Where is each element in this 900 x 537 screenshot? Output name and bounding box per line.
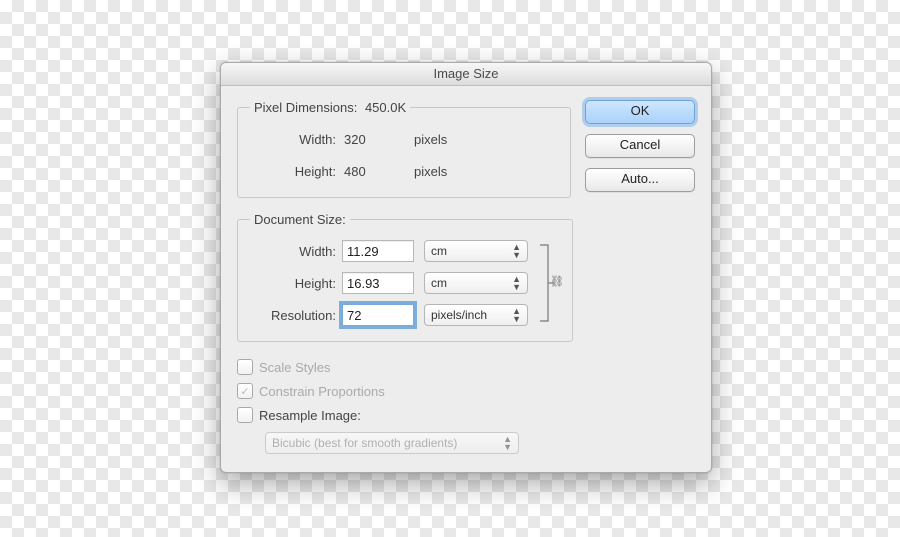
pixel-width-unit: pixels [400, 132, 484, 147]
dialog-title: Image Size [221, 63, 711, 86]
constrain-proportions-checkbox: ✓ [237, 383, 253, 399]
doc-resolution-unit-select[interactable]: pixels/inch ▲▼ [424, 304, 528, 326]
doc-height-label: Height: [250, 276, 342, 291]
doc-height-unit-select[interactable]: cm ▲▼ [424, 272, 528, 294]
pixel-dimensions-legend-text: Pixel Dimensions: [254, 100, 357, 115]
resample-image-checkbox[interactable] [237, 407, 253, 423]
pixel-width-value: 320 [342, 132, 400, 147]
document-size-fields: Width: cm ▲▼ Height: [250, 237, 528, 329]
pixel-width-row: Width: 320 pixels [250, 125, 558, 153]
cancel-button[interactable]: Cancel [585, 134, 695, 158]
constrain-proportions-label: Constrain Proportions [259, 384, 385, 399]
doc-width-unit-select[interactable]: cm ▲▼ [424, 240, 528, 262]
doc-resolution-unit-value: pixels/inch [431, 308, 487, 322]
scale-styles-label: Scale Styles [259, 360, 331, 375]
doc-height-row: Height: cm ▲▼ [250, 269, 528, 297]
dialog-content: Pixel Dimensions: 450.0K Width: 320 pixe… [221, 86, 711, 472]
pixel-height-value: 480 [342, 164, 400, 179]
resample-image-row: Resample Image: [237, 404, 571, 426]
dialog-left-column: Pixel Dimensions: 450.0K Width: 320 pixe… [237, 100, 571, 454]
resample-method-wrap: Bicubic (best for smooth gradients) ▲▼ [265, 432, 571, 454]
pixel-height-unit: pixels [400, 164, 484, 179]
updown-caret-icon: ▲▼ [512, 307, 521, 323]
image-size-dialog: Image Size Pixel Dimensions: 450.0K Widt… [220, 62, 712, 473]
link-brace: ⛓ [536, 237, 560, 329]
dialog-buttons: OK Cancel Auto... [585, 100, 695, 454]
doc-width-row: Width: cm ▲▼ [250, 237, 528, 265]
updown-caret-icon: ▲▼ [512, 243, 521, 259]
scale-styles-checkbox [237, 359, 253, 375]
ok-button[interactable]: OK [585, 100, 695, 124]
link-icon: ⛓ [550, 275, 564, 288]
auto-button[interactable]: Auto... [585, 168, 695, 192]
doc-width-input[interactable] [342, 240, 414, 262]
updown-caret-icon: ▲▼ [512, 275, 521, 291]
doc-height-unit-value: cm [431, 276, 447, 290]
pixel-dimensions-size: 450.0K [361, 100, 406, 115]
constrain-proportions-row: ✓ Constrain Proportions [237, 380, 571, 402]
pixel-height-row: Height: 480 pixels [250, 157, 558, 185]
document-size-group: Document Size: Width: cm ▲▼ [237, 212, 573, 342]
pixel-width-label: Width: [250, 132, 342, 147]
updown-caret-icon: ▲▼ [503, 435, 512, 451]
doc-width-label: Width: [250, 244, 342, 259]
resample-method-select: Bicubic (best for smooth gradients) ▲▼ [265, 432, 519, 454]
pixel-dimensions-group: Pixel Dimensions: 450.0K Width: 320 pixe… [237, 100, 571, 198]
pixel-dimensions-legend: Pixel Dimensions: 450.0K [250, 100, 410, 115]
resample-image-label: Resample Image: [259, 408, 361, 423]
scale-styles-row: Scale Styles [237, 356, 571, 378]
doc-height-input[interactable] [342, 272, 414, 294]
doc-resolution-label: Resolution: [250, 308, 342, 323]
pixel-height-label: Height: [250, 164, 342, 179]
document-size-rows: Width: cm ▲▼ Height: [250, 237, 560, 329]
document-size-legend: Document Size: [250, 212, 350, 227]
resample-method-value: Bicubic (best for smooth gradients) [272, 436, 457, 450]
doc-width-unit-value: cm [431, 244, 447, 258]
doc-resolution-input[interactable] [342, 304, 414, 326]
doc-resolution-row: Resolution: pixels/inch ▲▼ [250, 301, 528, 329]
